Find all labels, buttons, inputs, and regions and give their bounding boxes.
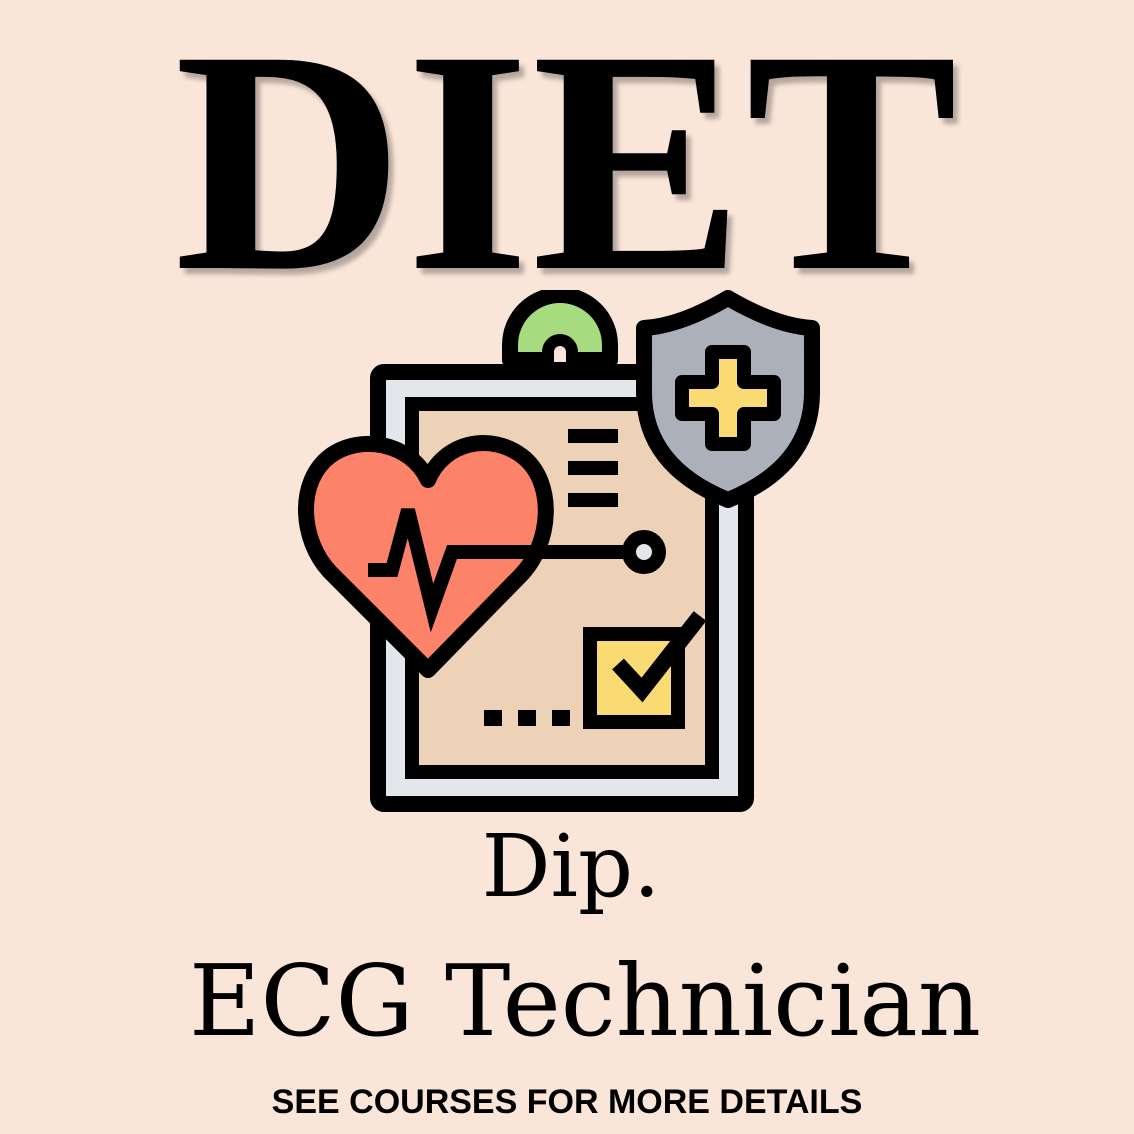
see-courses-link[interactable]: SEE COURSES FOR MORE DETAILS [0, 1080, 1134, 1124]
medical-clipboard-icon [290, 290, 830, 820]
shield-plus-icon [636, 290, 820, 508]
course-poster: { "poster": { "brand": "DIET", "subtitle… [0, 0, 1134, 1134]
checkbox-icon [583, 611, 707, 729]
brand-title: DIET [174, 0, 960, 337]
course-type-label: Dip. [481, 817, 661, 917]
course-name-label: ECG Technician [189, 945, 981, 1059]
